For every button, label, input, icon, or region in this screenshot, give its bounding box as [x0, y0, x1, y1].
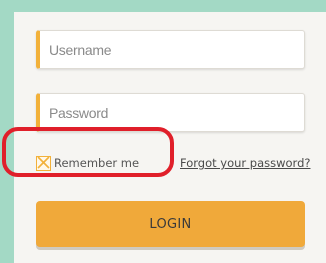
username-input[interactable]: [36, 30, 305, 69]
password-input[interactable]: [36, 93, 305, 132]
login-card: Remember me Forgot your password? LOGIN: [14, 12, 326, 263]
login-button[interactable]: LOGIN: [36, 201, 305, 247]
forgot-password-link[interactable]: Forgot your password?: [180, 156, 310, 170]
remember-me-checkbox[interactable]: [36, 155, 51, 171]
remember-me-label: Remember me: [54, 156, 140, 170]
remember-me-row[interactable]: Remember me: [36, 153, 139, 173]
checkbox-checked-x-icon: [36, 156, 50, 169]
